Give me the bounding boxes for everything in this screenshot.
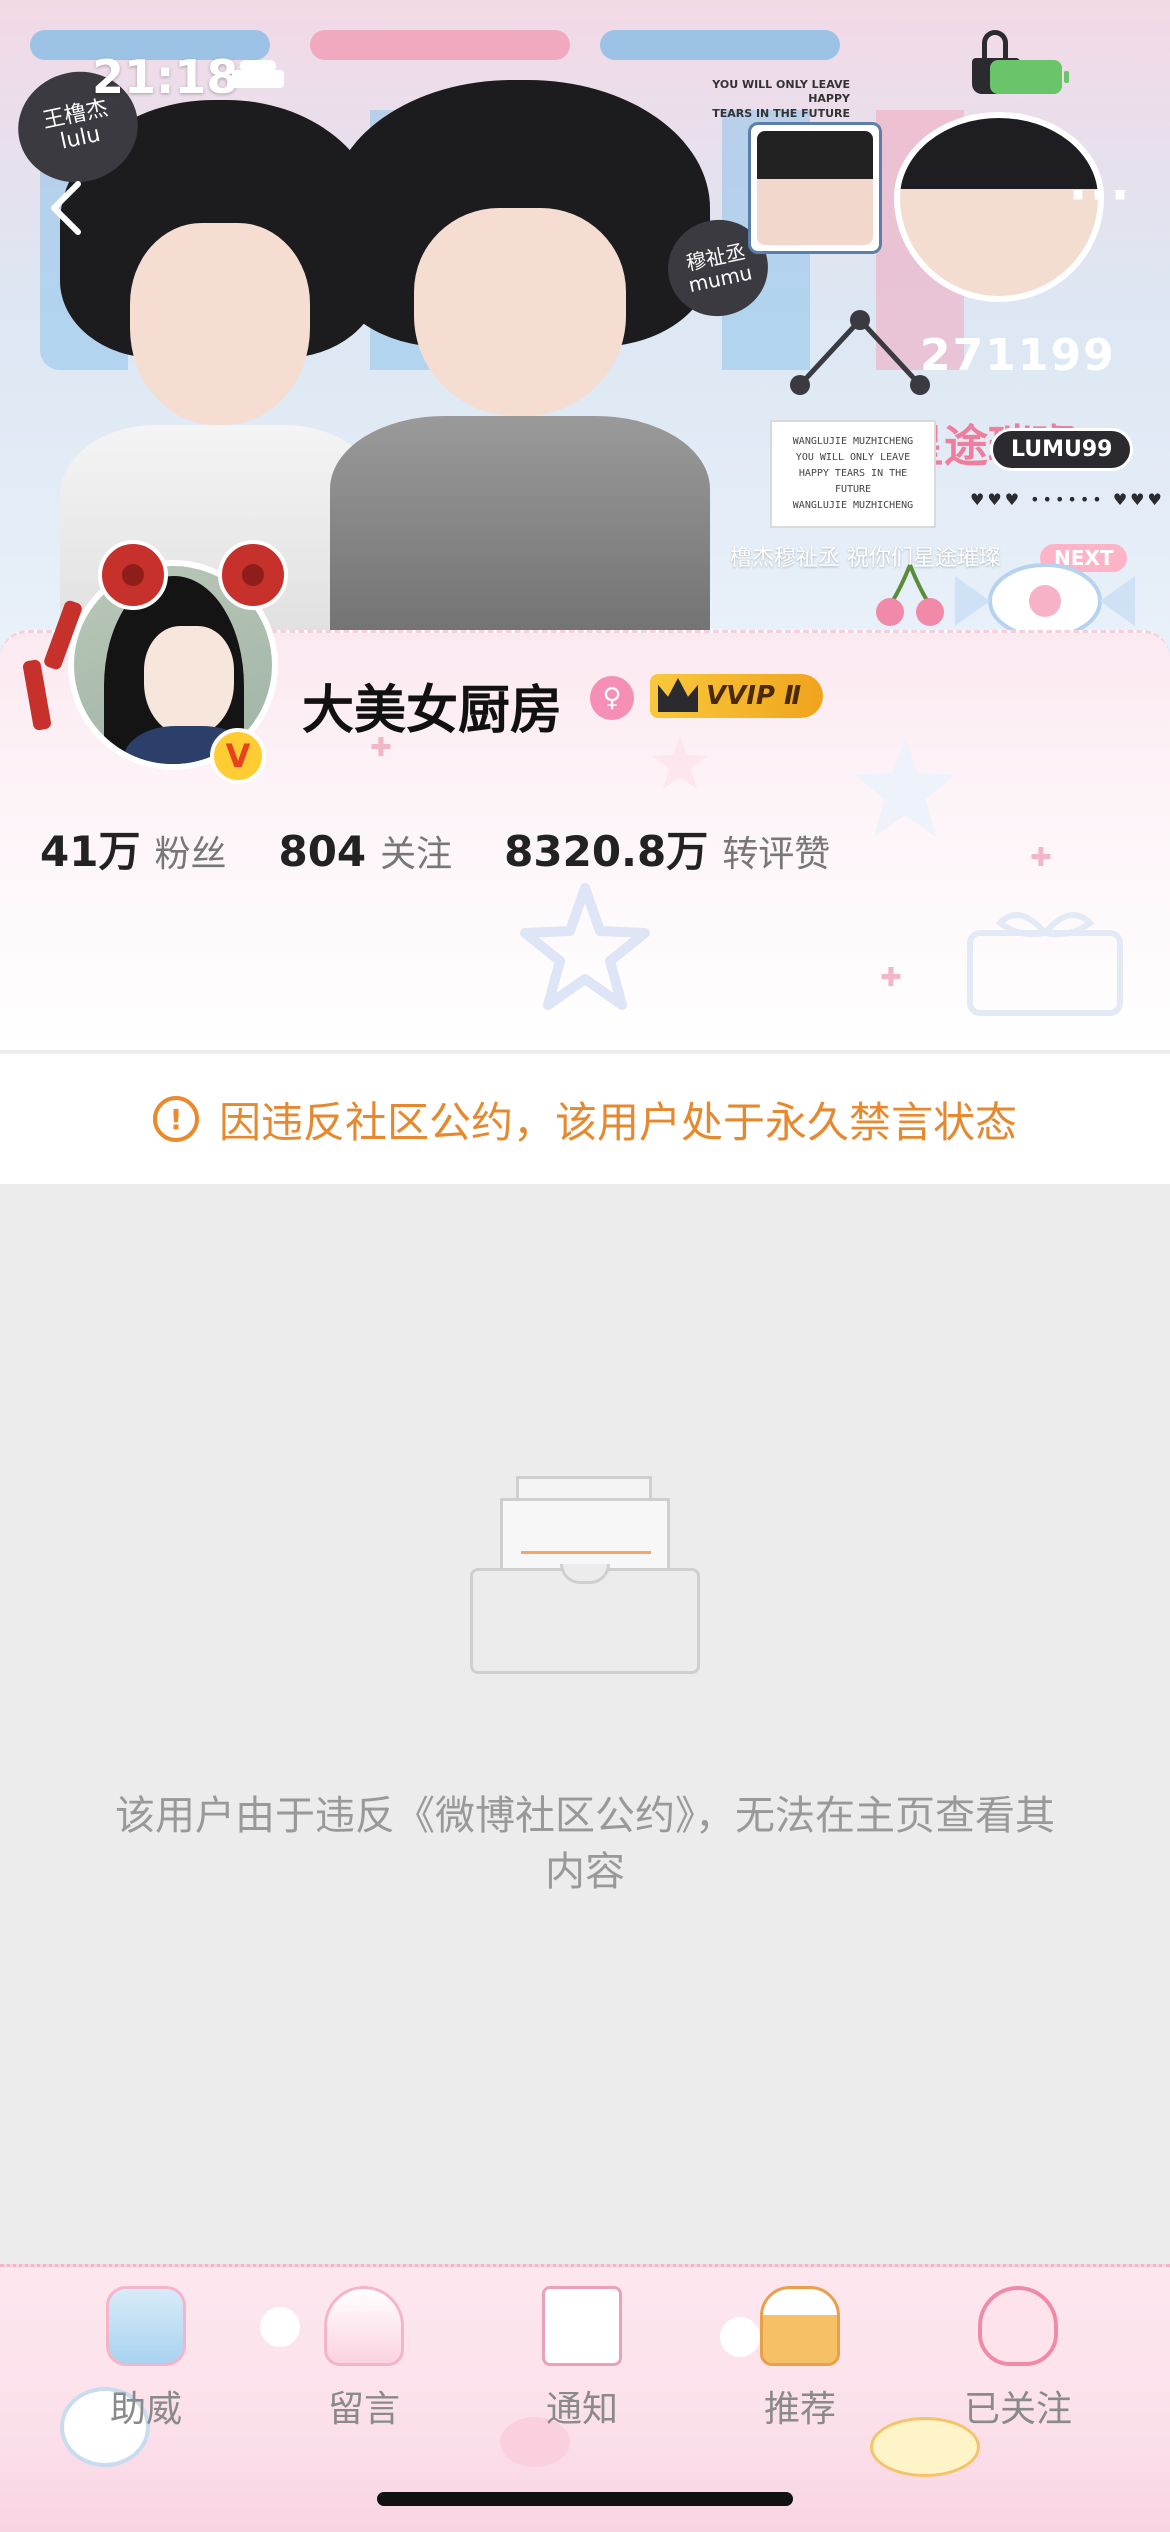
- ban-notice: ! 因违反社区公约，该用户处于永久禁言状态: [0, 1052, 1170, 1184]
- tab-message[interactable]: 留言: [274, 2280, 454, 2450]
- empty-inbox-icon: [470, 1476, 700, 1676]
- crown-icon: [658, 678, 698, 712]
- star-decoration-icon: [653, 736, 707, 789]
- profile-page: YOU WILL ONLY LEAVE HAPPY TEARS IN THE F…: [0, 0, 1170, 2532]
- ice-cream-cup-icon: [324, 2286, 404, 2366]
- warning-icon: !: [152, 1096, 199, 1142]
- back-button[interactable]: [36, 178, 96, 238]
- battery-icon: [990, 60, 1069, 94]
- ban-notice-text: 因违反社区公约，该用户处于永久禁言状态: [218, 1097, 1017, 1147]
- cherry-icon: [876, 564, 944, 626]
- status-time: 21:18: [92, 50, 239, 104]
- bow-decoration-icon: [218, 540, 288, 610]
- banner-lumu-pill: LUMU99: [990, 428, 1134, 471]
- banner-top-caption: YOU WILL ONLY LEAVE HAPPY TEARS IN THE F…: [712, 78, 850, 120]
- stat-following[interactable]: 804 关注: [278, 825, 452, 877]
- home-indicator[interactable]: [377, 2492, 793, 2506]
- more-options-button[interactable]: ···: [1060, 170, 1140, 230]
- stat-value: 804: [278, 827, 367, 876]
- tab-recommend[interactable]: 推荐: [710, 2280, 890, 2450]
- idol-right-photo: [330, 80, 710, 660]
- stat-followers[interactable]: 41万 粉丝: [40, 818, 226, 879]
- tab-label: 已关注: [963, 2389, 1072, 2430]
- star-decoration-icon: [520, 883, 650, 1010]
- more-dots-icon: ···: [1068, 166, 1132, 224]
- tab-label: 助威: [109, 2389, 182, 2430]
- profile-stats: 41万 粉丝 804 关注 8320.8万 转评赞: [40, 818, 882, 879]
- stat-label: 关注: [380, 834, 453, 875]
- stat-interactions: 8320.8万 转评赞: [504, 818, 830, 879]
- heart-monkey-icon: [978, 2286, 1058, 2366]
- banner-note-card: WANGLUJIE MUZHICHENG YOU WILL ONLY LEAVE…: [770, 420, 936, 528]
- bed-icon: [232, 60, 284, 90]
- banner-stripe: [310, 30, 570, 60]
- tab-label: 通知: [545, 2389, 618, 2430]
- plus-decoration-icon: ✚: [1030, 843, 1052, 873]
- tab-label: 留言: [327, 2389, 400, 2430]
- bow-decoration-icon: [98, 540, 168, 610]
- tab-cheer[interactable]: 助威: [56, 2280, 236, 2450]
- tab-label: 推荐: [763, 2389, 836, 2430]
- stat-value: 41万: [40, 827, 141, 876]
- empty-content-area: [0, 1184, 1170, 2264]
- stat-label: 转评赞: [722, 834, 831, 875]
- banner-photo-card: [748, 122, 882, 254]
- verified-badge-icon: V: [210, 728, 266, 784]
- plus-decoration-icon: ✚: [880, 963, 902, 993]
- vip-badge[interactable]: VVIP Ⅱ: [650, 674, 824, 718]
- bottle-icon: [106, 2286, 186, 2366]
- vip-label: VVIP Ⅱ: [706, 681, 802, 711]
- pudding-icon: [760, 2286, 840, 2366]
- tab-notice[interactable]: 通知: [492, 2280, 672, 2450]
- book-icon: [542, 2286, 622, 2366]
- username: 大美女厨房: [302, 681, 563, 741]
- chevron-left-icon: [51, 181, 81, 235]
- gift-box-decoration-icon: [967, 912, 1123, 1016]
- stat-label: 粉丝: [154, 834, 227, 875]
- tab-followed[interactable]: 已关注: [928, 2280, 1108, 2450]
- banner-hanger-decoration: [790, 310, 930, 395]
- banner-number: 271199: [920, 330, 1116, 381]
- banner-stripe: [600, 30, 840, 60]
- stat-value: 8320.8万: [504, 827, 709, 876]
- banner-dots: ♥♥♥ •••••• ♥♥♥: [970, 490, 1165, 509]
- empty-state-message: 该用户由于违反《微博社区公约》，无法在主页查看其内容: [115, 1793, 1055, 1895]
- female-gender-icon: ♀: [590, 676, 634, 720]
